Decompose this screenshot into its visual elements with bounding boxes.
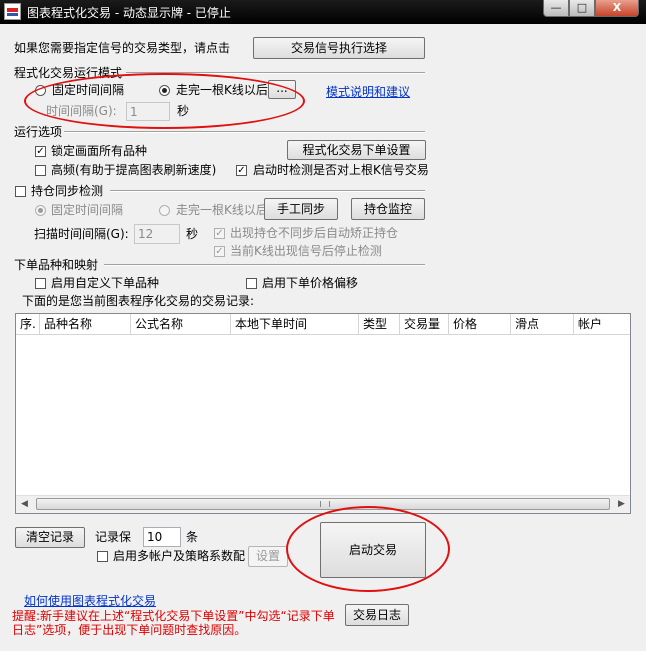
position-sync-label: 持仓同步检测 bbox=[31, 184, 104, 198]
maximize-button[interactable]: □ bbox=[569, 0, 595, 17]
custom-symbol-label: 启用自定义下单品种 bbox=[51, 276, 160, 290]
title-bar: 图表程式化交易 - 动态显示牌 - 已停止 — □ X bbox=[0, 0, 646, 24]
keep-records-unit: 条 bbox=[186, 530, 199, 544]
auto-fix-label: 出现持仓不同步后自动矫正持仓 bbox=[230, 226, 399, 240]
minimize-button[interactable]: — bbox=[543, 0, 569, 17]
main-window: 图表程式化交易 - 动态显示牌 - 已停止 — □ X 如果您需要指定信号的交易… bbox=[0, 0, 646, 651]
table-header: 序. 品种名称 公式名称 本地下单时间 类型 交易量 价格 滑点 帐户 bbox=[16, 314, 630, 335]
window-title: 图表程式化交易 - 动态显示牌 - 已停止 bbox=[27, 6, 231, 20]
records-caption: 下面的是您当前图表程序化交易的交易记录: bbox=[22, 294, 255, 308]
sync-fixed-interval-label: 固定时间间隔 bbox=[51, 203, 124, 217]
table-horizontal-scrollbar[interactable]: ◀ ▶ bbox=[16, 495, 630, 513]
clear-records-button[interactable]: 清空记录 bbox=[15, 527, 85, 548]
keep-records-input[interactable]: 10 bbox=[143, 527, 181, 547]
trade-records-table[interactable]: 序. 品种名称 公式名称 本地下单时间 类型 交易量 价格 滑点 帐户 ◀ ▶ bbox=[15, 313, 631, 514]
scroll-thumb[interactable] bbox=[36, 498, 610, 510]
mode-help-link[interactable]: 模式说明和建议 bbox=[326, 83, 410, 100]
price-offset-checkbox[interactable] bbox=[246, 278, 257, 289]
sync-after-bar-label: 走完一根K线以后 bbox=[176, 203, 268, 217]
mapping-separator bbox=[104, 264, 425, 266]
scan-interval-unit: 秒 bbox=[186, 227, 199, 241]
scroll-left-icon[interactable]: ◀ bbox=[16, 496, 33, 513]
scan-interval-input[interactable]: 12 bbox=[134, 224, 180, 244]
scroll-right-icon[interactable]: ▶ bbox=[613, 496, 630, 513]
options-separator bbox=[64, 131, 425, 133]
column-header-type[interactable]: 类型 bbox=[359, 314, 400, 334]
stop-check-label: 当前K线出现信号后停止检测 bbox=[230, 244, 382, 258]
high-frequency-checkbox[interactable] bbox=[35, 165, 46, 176]
custom-symbol-checkbox[interactable] bbox=[35, 278, 46, 289]
sync-after-bar-radio[interactable] bbox=[159, 205, 170, 216]
position-monitor-button[interactable]: 持仓监控 bbox=[351, 198, 425, 220]
column-header-time[interactable]: 本地下单时间 bbox=[231, 314, 359, 334]
trade-log-button[interactable]: 交易日志 bbox=[345, 604, 409, 626]
sync-fixed-interval-radio[interactable] bbox=[35, 205, 46, 216]
keep-records-label: 记录保 bbox=[95, 530, 132, 544]
position-sync-checkbox[interactable] bbox=[15, 186, 26, 197]
order-settings-button[interactable]: 程式化交易下单设置 bbox=[287, 140, 426, 160]
high-frequency-label: 高频(有助于提高图表刷新速度) bbox=[51, 163, 217, 177]
startup-check-label: 启动时检测是否对上根K信号交易 bbox=[253, 163, 429, 177]
lock-symbols-label: 锁定画面所有品种 bbox=[51, 144, 148, 158]
column-header-slippage[interactable]: 滑点 bbox=[511, 314, 574, 334]
howto-link[interactable]: 如何使用图表程式化交易 bbox=[24, 592, 156, 609]
price-offset-label: 启用下单价格偏移 bbox=[262, 276, 359, 290]
multi-account-checkbox[interactable] bbox=[97, 551, 108, 562]
close-button[interactable]: X bbox=[595, 0, 639, 17]
column-header-price[interactable]: 价格 bbox=[449, 314, 511, 334]
column-header-account[interactable]: 帐户 bbox=[574, 314, 630, 334]
start-highlight-ellipse bbox=[286, 506, 450, 592]
manual-sync-button[interactable]: 手工同步 bbox=[264, 198, 338, 220]
scan-interval-label: 扫描时间间隔(G): bbox=[34, 227, 129, 241]
column-header-formula[interactable]: 公式名称 bbox=[131, 314, 231, 334]
signal-select-button[interactable]: 交易信号执行选择 bbox=[253, 37, 425, 59]
beginner-tip: 提醒:新手建议在上述“程式化交易下单设置”中勾选“记录下单日志”选项，便于出现下… bbox=[12, 609, 335, 637]
stop-check-checkbox[interactable]: ✓ bbox=[214, 246, 225, 257]
app-icon bbox=[4, 3, 21, 20]
column-header-volume[interactable]: 交易量 bbox=[400, 314, 449, 334]
mapping-section-title: 下单品种和映射 bbox=[14, 258, 99, 272]
multi-account-settings-button[interactable]: 设置 bbox=[248, 546, 288, 567]
startup-check-checkbox[interactable]: ✓ bbox=[236, 165, 247, 176]
multi-account-label: 启用多帐户及策略系数配 bbox=[113, 549, 246, 563]
column-header-symbol[interactable]: 品种名称 bbox=[40, 314, 131, 334]
column-header-index[interactable]: 序. bbox=[16, 314, 40, 334]
lock-symbols-checkbox[interactable]: ✓ bbox=[35, 146, 46, 157]
sync-separator bbox=[110, 190, 425, 192]
signal-type-prompt: 如果您需要指定信号的交易类型，请点击 bbox=[14, 41, 231, 55]
auto-fix-checkbox[interactable]: ✓ bbox=[214, 228, 225, 239]
mode-highlight-ellipse bbox=[24, 73, 305, 129]
options-section-title: 运行选项 bbox=[14, 125, 63, 139]
